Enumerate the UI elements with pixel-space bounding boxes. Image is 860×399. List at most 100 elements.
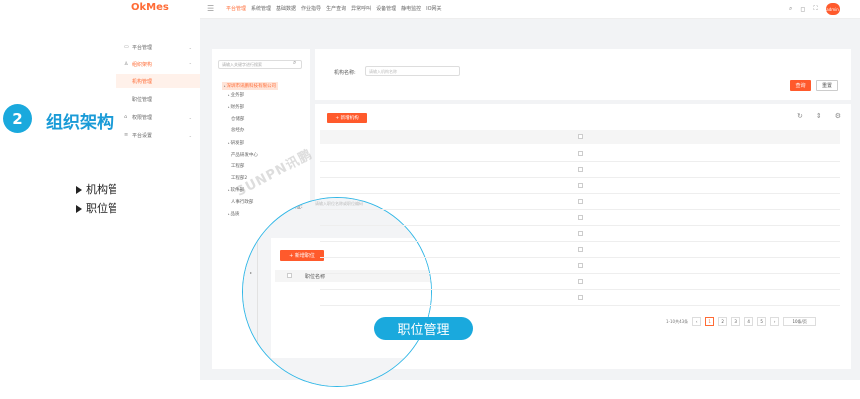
menu-toggle-icon[interactable]: ☰ xyxy=(207,4,214,13)
settings-icon[interactable]: ⚙ xyxy=(835,112,841,120)
row-checkbox[interactable] xyxy=(578,167,583,172)
sidebar-item[interactable]: 机构管理 xyxy=(116,74,200,88)
row-checkbox[interactable] xyxy=(578,183,583,188)
table-row xyxy=(320,225,840,226)
top-nav: 平台管理 系统管理 基础数据 作业指导 生产查询 异常呼叫 设备管理 静电监控 IO网关 xyxy=(226,5,442,12)
position-label: 职位: xyxy=(291,204,303,210)
fullscreen-icon[interactable]: ⛶ xyxy=(813,5,817,13)
add-org-button[interactable]: + 新增机构 xyxy=(327,113,367,123)
tree-node-label: 人事行政部 xyxy=(230,200,254,205)
lock-icon: ⌂ xyxy=(124,114,128,120)
row-checkbox[interactable] xyxy=(578,231,583,236)
tree-node[interactable]: 仓储部 xyxy=(228,116,245,122)
nav-item[interactable]: 静电监控 xyxy=(401,5,421,12)
tree-node-label: 产品研发中心 xyxy=(230,153,258,158)
add-position-button[interactable]: + 新增职位 xyxy=(280,250,324,261)
tree-search-input[interactable]: 请输入关键字进行搜索 xyxy=(218,60,302,69)
query-button[interactable]: 查询 xyxy=(790,80,811,91)
nav-item[interactable]: 作业指导 xyxy=(301,5,321,12)
app-logo[interactable]: OkMes xyxy=(131,2,169,13)
row-checkbox[interactable] xyxy=(578,247,583,252)
page-size-select[interactable]: 10条/页 xyxy=(783,317,817,326)
row-checkbox[interactable] xyxy=(578,151,583,156)
row-checkbox[interactable] xyxy=(578,295,583,300)
tree-node[interactable]: 工程部 xyxy=(228,163,245,169)
sidebar-item[interactable]: ♙ 组织架构 ⌃ xyxy=(116,57,200,71)
column-height-icon[interactable]: ⇕ xyxy=(816,112,822,120)
table-toolbar: ↻ ⇕ ⚙ xyxy=(797,112,841,120)
tree-node[interactable]: ▸ 品质 xyxy=(228,211,239,217)
monitor-icon: ▭ xyxy=(124,44,129,50)
tree-node-label: 工程部 xyxy=(230,164,245,169)
tree-node[interactable]: 工程部2 xyxy=(228,175,247,181)
page-button[interactable]: 1 xyxy=(705,317,715,326)
table-row xyxy=(320,177,840,178)
nav-item[interactable]: 生产查询 xyxy=(326,5,346,12)
sidebar-item[interactable]: ▭ 平台管理 ⌄ xyxy=(116,40,200,54)
chevron-down-icon: ⌄ xyxy=(188,44,192,50)
table-row xyxy=(320,241,840,242)
tree-node[interactable]: ▸ 财务部 xyxy=(228,104,244,110)
next-page-icon[interactable]: › xyxy=(770,317,780,326)
tree-node-label: 仓储部 xyxy=(230,117,245,122)
reset-button[interactable]: 重置 xyxy=(816,80,838,91)
page-button[interactable]: 5 xyxy=(757,317,767,326)
table-row xyxy=(320,161,840,162)
callout-label: 职位管理 xyxy=(374,317,473,340)
tree-node-label: 软件部 xyxy=(230,188,244,193)
chevron-down-icon: ⌄ xyxy=(188,114,192,120)
org-name-input[interactable]: 请输入机构名称 xyxy=(365,66,460,76)
refresh-icon[interactable]: ↻ xyxy=(797,112,803,120)
nav-item[interactable]: 平台管理 xyxy=(226,5,246,12)
page-button[interactable]: 2 xyxy=(718,317,728,326)
page-button[interactable]: 4 xyxy=(744,317,754,326)
tree-node[interactable]: ▸ 业务部 xyxy=(228,92,244,98)
sidebar-item[interactable]: ⌂ 权限管理 ⌄ xyxy=(116,110,200,124)
table-row xyxy=(320,289,840,290)
pagination-summary: 1-10共43条 xyxy=(666,318,689,324)
row-checkbox[interactable] xyxy=(578,263,583,268)
row-checkbox[interactable] xyxy=(578,215,583,220)
sidebar-item-label: 机构管理 xyxy=(132,78,153,85)
select-all-checkbox[interactable] xyxy=(578,134,583,139)
prev-page-icon[interactable]: ‹ xyxy=(692,317,702,326)
nav-item[interactable]: 设备管理 xyxy=(376,5,396,12)
org-name-label: 机构名称: xyxy=(334,70,356,76)
tree-node-label: 财务部 xyxy=(230,105,244,110)
table-row xyxy=(320,193,840,194)
position-table-header xyxy=(275,270,431,282)
tree-node[interactable]: ▸ 研发部 xyxy=(228,140,244,146)
chevron-up-icon: ⌃ xyxy=(188,61,192,67)
sidebar-item-label: 组织架构 xyxy=(132,61,153,68)
tree-node[interactable]: ▸ 软件部 xyxy=(228,187,244,193)
sidebar xyxy=(116,18,200,380)
bell-icon[interactable]: ◻ xyxy=(800,6,805,13)
tree-node-label: 深圳市讯鹏科技有限公司 xyxy=(226,84,276,89)
avatar[interactable]: admin xyxy=(825,3,840,15)
select-all-checkbox[interactable] xyxy=(287,273,292,278)
bullet-arrow-icon xyxy=(76,205,82,213)
table-row xyxy=(320,305,840,306)
sidebar-item[interactable]: 职位管理 xyxy=(116,92,200,106)
tree-node[interactable]: 产品研发中心 xyxy=(228,152,258,158)
tree-node-label: 总经办 xyxy=(230,128,245,133)
tree-node-label: 品质 xyxy=(230,212,240,217)
top-icons: ⌕ ◻ ⛶ admin xyxy=(789,3,840,15)
position-name-column: 职位名称 xyxy=(305,274,326,280)
row-checkbox[interactable] xyxy=(578,199,583,204)
sidebar-item[interactable]: ≡ 平台设置 ⌄ xyxy=(116,128,200,142)
nav-item[interactable]: 系统管理 xyxy=(251,5,271,12)
search-icon[interactable]: ⌕ xyxy=(293,59,296,67)
divider xyxy=(257,228,258,386)
search-icon[interactable]: ⌕ xyxy=(789,5,792,13)
sliders-icon: ≡ xyxy=(124,132,129,138)
page-button[interactable]: 3 xyxy=(731,317,741,326)
tree-node[interactable]: ▸ 深圳市讯鹏科技有限公司 xyxy=(222,82,278,90)
tree-node[interactable]: 总经办 xyxy=(228,127,245,133)
tree-node[interactable]: 人事行政部 xyxy=(228,199,254,205)
nav-item[interactable]: 基础数据 xyxy=(276,5,296,12)
tree-node-label: 业务部 xyxy=(230,93,244,98)
nav-item[interactable]: 异常呼叫 xyxy=(351,5,371,12)
nav-item[interactable]: IO网关 xyxy=(426,5,441,12)
row-checkbox[interactable] xyxy=(578,279,583,284)
